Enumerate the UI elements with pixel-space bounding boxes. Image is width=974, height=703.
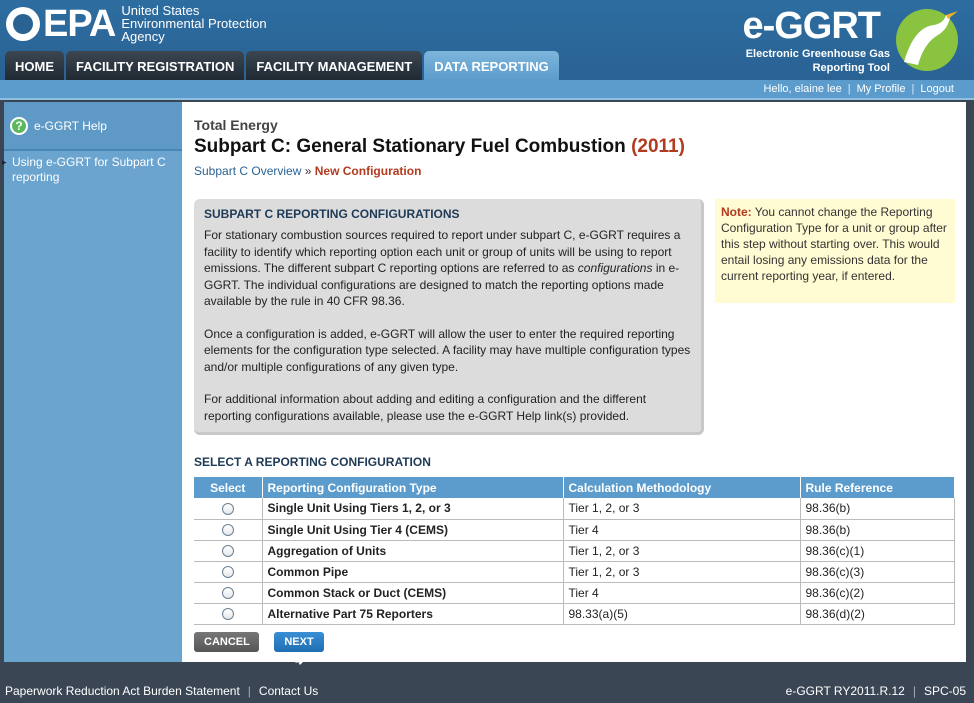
table-row: Alternative Part 75 Reporters 98.33(a)(5…	[194, 603, 955, 625]
tab-facility-registration[interactable]: FACILITY REGISTRATION	[66, 51, 245, 80]
contact-us-link[interactable]: Contact Us	[259, 684, 318, 698]
breadcrumb: Subpart C Overview » New Configuration	[194, 164, 421, 178]
user-bar: Hello, elaine lee | My Profile | Logout	[0, 80, 974, 100]
config-type: Single Unit Using Tier 4 (CEMS)	[262, 519, 564, 541]
sidebar-item-subpart-c-help[interactable]: Using e-GGRT for Subpart C reporting	[2, 151, 182, 191]
tab-facility-management[interactable]: FACILITY MANAGEMENT	[246, 51, 423, 80]
epa-seal-icon	[6, 6, 40, 41]
column-header-select: Select	[194, 477, 263, 498]
sidebar-help[interactable]: ? e-GGRT Help	[4, 102, 182, 151]
rule-reference: 98.36(c)(2)	[800, 582, 955, 604]
tab-home[interactable]: HOME	[5, 51, 64, 80]
divider: |	[911, 83, 915, 95]
select-radio[interactable]	[221, 545, 234, 558]
column-header-type: Reporting Configuration Type	[262, 477, 564, 498]
table-row: Common Pipe Tier 1, 2, or 3 98.36(c)(3)	[194, 561, 955, 583]
logout-link[interactable]: Logout	[920, 83, 954, 95]
configuration-table: Select Reporting Configuration Type Calc…	[194, 477, 955, 625]
table-row: Single Unit Using Tiers 1, 2, or 3 Tier …	[194, 498, 955, 520]
main-nav: HOME FACILITY REGISTRATION FACILITY MANA…	[5, 51, 559, 80]
breadcrumb-current: New Configuration	[314, 164, 422, 178]
select-radio[interactable]	[221, 524, 234, 537]
calc-method: Tier 1, 2, or 3	[563, 561, 801, 583]
config-type: Single Unit Using Tiers 1, 2, or 3	[262, 498, 564, 520]
select-radio[interactable]	[221, 566, 234, 579]
eggrt-title: e-GGRT	[742, 5, 881, 47]
note-box: Note: You cannot change the Reporting Co…	[715, 199, 955, 303]
eggrt-subtitle: Electronic Greenhouse Gas Reporting Tool	[745, 48, 890, 74]
calc-method: 98.33(a)(5)	[563, 603, 801, 625]
table-row: Aggregation of Units Tier 1, 2, or 3 98.…	[194, 540, 955, 562]
rule-reference: 98.36(d)(2)	[800, 603, 955, 625]
note-text: You cannot change the Reporting Configur…	[721, 205, 947, 283]
config-type: Common Stack or Duct (CEMS)	[262, 582, 564, 604]
help-label: e-GGRT Help	[34, 118, 107, 133]
info-box: SUBPART C REPORTING CONFIGURATIONS For s…	[194, 199, 704, 435]
config-type: Common Pipe	[262, 561, 564, 583]
table-row: Single Unit Using Tier 4 (CEMS) Tier 4 9…	[194, 519, 955, 541]
calc-method: Tier 1, 2, or 3	[563, 498, 801, 520]
select-radio[interactable]	[221, 608, 234, 621]
rule-reference: 98.36(b)	[800, 498, 955, 520]
user-greeting: Hello, elaine lee	[763, 83, 842, 95]
divider: |	[847, 83, 851, 95]
select-radio[interactable]	[221, 587, 234, 600]
arrow-right-icon: ➜	[294, 656, 304, 668]
epa-letters: EPA	[43, 2, 116, 45]
eggrt-brand: e-GGRT Electronic Greenhouse Gas Reporti…	[726, 3, 966, 77]
calc-method: Tier 4	[563, 582, 801, 604]
rule-reference: 98.36(c)(1)	[800, 540, 955, 562]
site-header: EPA United States Environmental Protecti…	[0, 0, 974, 80]
epa-logo[interactable]: EPA United States Environmental Protecti…	[6, 4, 267, 43]
info-paragraph-3: For additional information about adding …	[204, 392, 647, 423]
tab-data-reporting[interactable]: DATA REPORTING	[424, 51, 559, 80]
paperwork-link[interactable]: Paperwork Reduction Act Burden Statement	[5, 684, 240, 698]
column-header-rule: Rule Reference	[800, 477, 955, 498]
calc-method: Tier 1, 2, or 3	[563, 540, 801, 562]
sidebar: ? e-GGRT Help Using e-GGRT for Subpart C…	[2, 102, 182, 662]
config-type: Aggregation of Units	[262, 540, 564, 562]
page-id: SPC-05	[923, 684, 966, 698]
config-type: Alternative Part 75 Reporters	[262, 603, 564, 625]
next-button[interactable]: NEXT ➜	[274, 632, 324, 668]
info-paragraph-2: Once a configuration is added, e-GGRT wi…	[204, 326, 691, 374]
egret-bird-icon	[896, 9, 958, 71]
site-footer: Paperwork Reduction Act Burden Statement…	[0, 682, 974, 703]
divider: |	[912, 684, 916, 698]
form-buttons: CANCEL NEXT ➜	[194, 632, 324, 668]
calc-method: Tier 4	[563, 519, 801, 541]
main-frame: ? e-GGRT Help Using e-GGRT for Subpart C…	[2, 102, 966, 668]
table-header-row: Select Reporting Configuration Type Calc…	[194, 477, 955, 498]
breadcrumb-separator: »	[304, 164, 312, 178]
cancel-button[interactable]: CANCEL	[194, 632, 259, 652]
rule-reference: 98.36(b)	[800, 519, 955, 541]
info-heading: SUBPART C REPORTING CONFIGURATIONS	[204, 207, 460, 221]
select-radio[interactable]	[221, 503, 234, 516]
help-icon: ?	[10, 116, 28, 135]
version-label: e-GGRT RY2011.R.12	[785, 684, 905, 698]
facility-name: Total Energy	[194, 117, 278, 133]
breadcrumb-subpart-c-overview[interactable]: Subpart C Overview	[194, 164, 301, 178]
divider: |	[247, 684, 251, 698]
column-header-method: Calculation Methodology	[563, 477, 801, 498]
agency-name: United States Environmental Protection A…	[121, 3, 267, 44]
page-title: Subpart C: General Stationary Fuel Combu…	[194, 136, 685, 157]
note-label: Note:	[721, 205, 752, 219]
rule-reference: 98.36(c)(3)	[800, 561, 955, 583]
info-paragraph-1: For stationary combustion sources requir…	[204, 228, 681, 308]
select-configuration-heading: SELECT A REPORTING CONFIGURATION	[194, 455, 431, 469]
reporting-year: (2011)	[631, 136, 685, 157]
my-profile-link[interactable]: My Profile	[857, 83, 906, 95]
table-row: Common Stack or Duct (CEMS) Tier 4 98.36…	[194, 582, 955, 604]
